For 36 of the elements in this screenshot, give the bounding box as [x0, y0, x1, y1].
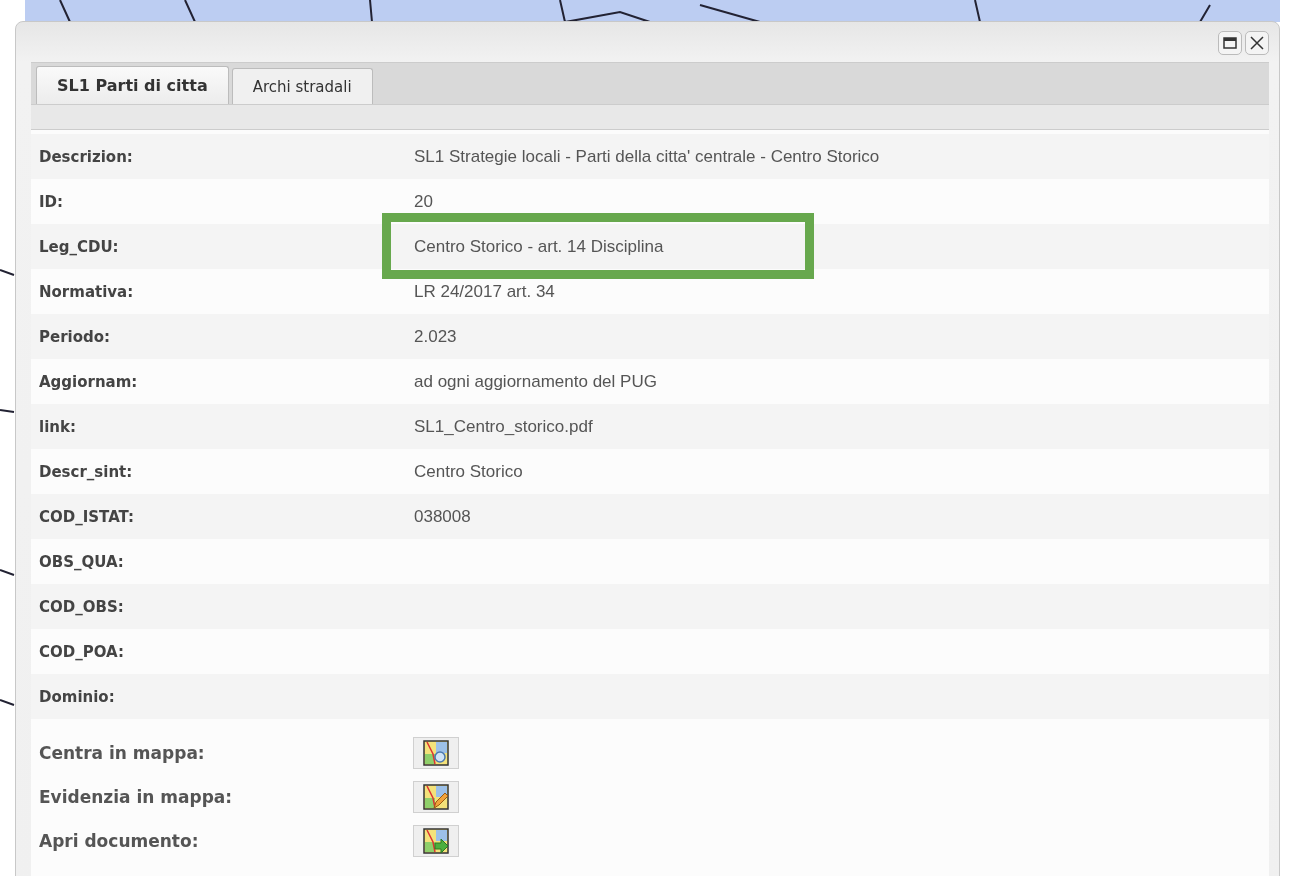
- field-label: Normativa:: [39, 282, 135, 301]
- close-button[interactable]: [1245, 31, 1269, 55]
- field-label: link:: [39, 417, 77, 436]
- maximize-icon: [1223, 37, 1237, 49]
- field-value: SL1 Strategie locali - Parti della citta' centrale - Centro Storico: [414, 148, 880, 165]
- maximize-button[interactable]: [1218, 31, 1242, 55]
- field-value: ad ogni aggiornamento del PUG: [414, 373, 657, 390]
- field-label: Leg_CDU:: [39, 237, 120, 256]
- field-label: Descrizion:: [39, 147, 134, 166]
- field-value: 20: [414, 193, 433, 210]
- field-label: COD_POA:: [39, 642, 125, 661]
- field-value: LR 24/2017 art. 34: [414, 283, 555, 300]
- field-label: Descr_sint:: [39, 462, 134, 481]
- field-label: Periodo:: [39, 327, 112, 346]
- tab[interactable]: Archi stradali: [231, 68, 373, 104]
- field-label: COD_OBS:: [39, 597, 125, 616]
- close-icon: [1250, 36, 1264, 50]
- tab[interactable]: SL1 Parti di citta: [36, 66, 229, 104]
- field-value: Centro Storico - art. 14 Disciplina: [414, 238, 664, 255]
- action-label: Centra in mappa:: [39, 743, 206, 763]
- map-pencil-icon: [423, 784, 449, 810]
- field-label: OBS_QUA:: [39, 552, 125, 571]
- field-label: Dominio:: [39, 687, 116, 706]
- action-label: Evidenzia in mappa:: [39, 787, 234, 807]
- field-value: SL1_Centro_storico.pdf: [414, 418, 593, 435]
- field-label: COD_ISTAT:: [39, 507, 136, 526]
- field-label: ID:: [39, 192, 65, 211]
- action-button[interactable]: [413, 825, 459, 857]
- field-value: 038008: [414, 508, 471, 525]
- map-zoom-icon: [423, 740, 449, 766]
- field-value: 2.023: [414, 328, 457, 345]
- field-label: Aggiornam:: [39, 372, 139, 391]
- action-label: Apri documento:: [39, 831, 200, 851]
- field-value: Centro Storico: [414, 463, 523, 480]
- action-button[interactable]: [413, 781, 459, 813]
- action-button[interactable]: [413, 737, 459, 769]
